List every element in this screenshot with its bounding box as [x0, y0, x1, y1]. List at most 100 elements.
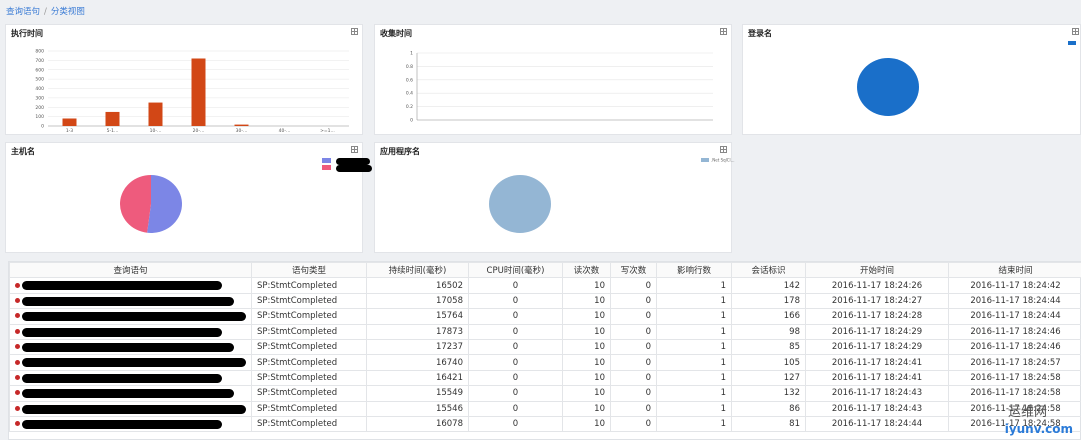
table-row[interactable]: SP:StmtCompleted 17237 0 10 0 1 85 2016-11-17 1… [9, 338, 1081, 356]
error-icon [15, 328, 20, 334]
table-cell: 178 [731, 292, 806, 310]
table-cell: 0 [610, 338, 657, 356]
query-cell [9, 415, 252, 433]
table-cell: SP:StmtCompleted [251, 400, 367, 417]
host-chart [119, 158, 331, 233]
table-cell: SP:StmtCompleted [251, 292, 367, 310]
table-cell: 0 [468, 415, 563, 433]
redacted-query-text [22, 327, 222, 337]
pie-slice [489, 175, 551, 233]
host-panel: 主机名 [5, 142, 372, 253]
bar [105, 111, 120, 126]
y-tick-label: 400 [35, 86, 44, 92]
query-cell [9, 323, 252, 340]
table-cell: 2016-11-17 18:24:44 [948, 308, 1081, 325]
table-cell: 0 [610, 292, 657, 310]
breadcrumb-current[interactable]: 分类视图 [51, 7, 85, 17]
query-cell [9, 338, 252, 356]
table-cell: SP:StmtCompleted [251, 369, 367, 387]
table-cell: 10 [562, 354, 611, 371]
query-cell [9, 308, 252, 325]
table-cell: 2016-11-17 18:24:41 [805, 354, 949, 371]
table-row[interactable]: SP:StmtCompleted 17873 0 10 0 1 98 2016-11-17 1… [9, 323, 1081, 340]
legend-swatch [322, 158, 331, 163]
x-tick-label: 20-... [193, 128, 205, 134]
column-header[interactable]: CPU时间(毫秒) [468, 261, 563, 279]
table-cell: 85 [731, 338, 806, 356]
table-cell: 2016-11-17 18:24:44 [805, 415, 949, 433]
column-header[interactable]: 持续时间(毫秒) [366, 261, 469, 279]
table-row[interactable]: SP:StmtCompleted 16740 0 10 0 1 105 2016-11-17 … [9, 354, 1081, 371]
table-row[interactable]: SP:StmtCompleted 17058 0 10 0 1 178 2016-11-17 … [9, 292, 1081, 310]
y-tick-label: 800 [35, 49, 44, 55]
table-row[interactable]: SP:StmtCompleted 16078 0 10 0 1 81 2016-11-17 1… [9, 415, 1081, 433]
error-icon [15, 374, 20, 380]
table-cell: 15546 [366, 400, 469, 417]
y-tick-label: 0 [410, 118, 413, 124]
redacted-query-text [22, 312, 246, 322]
redacted-query-text [22, 358, 246, 368]
column-header[interactable]: 开始时间 [805, 261, 949, 279]
column-header[interactable]: 语句类型 [251, 261, 367, 279]
table-cell: 0 [610, 354, 657, 371]
column-header[interactable]: 读次数 [562, 261, 611, 279]
table-row[interactable]: SP:StmtCompleted 15546 0 10 0 1 86 2016-11-17 1… [9, 400, 1081, 417]
y-tick-label: 0.6 [406, 77, 413, 83]
table-cell: 10 [562, 323, 611, 340]
table-cell: 10 [562, 338, 611, 356]
table-cell: 81 [731, 415, 806, 433]
table-cell: 0 [468, 277, 563, 294]
column-header[interactable]: 结束时间 [948, 261, 1081, 279]
table-cell: 17873 [366, 323, 469, 340]
table-cell: SP:StmtCompleted [251, 323, 367, 340]
x-tick-label: 1-3 [66, 128, 73, 134]
table-cell: SP:StmtCompleted [251, 338, 367, 356]
redacted-query-text [22, 373, 222, 383]
table-row[interactable]: SP:StmtCompleted 15549 0 10 0 1 132 2016-11-17 … [9, 385, 1081, 402]
breadcrumb-home-link[interactable]: 查询语句 [6, 7, 40, 17]
column-header[interactable]: 会话标识 [731, 261, 806, 279]
table-cell: 2016-11-17 18:24:28 [805, 308, 949, 325]
error-icon [15, 359, 20, 365]
table-cell: 2016-11-17 18:24:43 [805, 385, 949, 402]
table-cell: 0 [468, 292, 563, 310]
table-cell: 0 [610, 415, 657, 433]
bar [191, 58, 206, 126]
table-cell: 1 [656, 338, 732, 356]
column-header[interactable]: 写次数 [610, 261, 657, 279]
query-cell [9, 385, 252, 402]
table-cell: 10 [562, 415, 611, 433]
table-cell: 2016-11-17 18:24:46 [948, 323, 1081, 340]
table-cell: 16502 [366, 277, 469, 294]
table-cell: 0 [610, 277, 657, 294]
error-icon [15, 421, 20, 427]
table-cell: 166 [731, 308, 806, 325]
query-cell [9, 369, 252, 387]
error-icon [15, 313, 20, 319]
collect-time-chart: 0 0.2 0.4 0.6 0.8 1 [406, 51, 713, 124]
error-icon [15, 390, 20, 396]
y-tick-label: 300 [35, 95, 44, 101]
table-cell: 0 [468, 385, 563, 402]
table-row[interactable]: SP:StmtCompleted 16502 0 10 0 1 142 2016-11-17 … [9, 277, 1081, 294]
y-tick-label: 700 [35, 58, 44, 64]
table-cell: 127 [731, 369, 806, 387]
table-row[interactable]: SP:StmtCompleted 16421 0 10 0 1 127 2016-11-17 … [9, 369, 1081, 387]
table-cell: 0 [468, 308, 563, 325]
y-tick-label: 0.2 [406, 104, 413, 110]
x-tick-label: 10-... [150, 128, 162, 134]
watermark-text: 运维网 [1007, 405, 1047, 420]
table-cell: 10 [562, 385, 611, 402]
column-header[interactable]: 查询语句 [9, 261, 252, 279]
query-cell [9, 400, 252, 417]
table-cell: 105 [731, 354, 806, 371]
table-cell: 1 [656, 415, 732, 433]
table-cell: 10 [562, 308, 611, 325]
column-header[interactable]: 影响行数 [656, 261, 732, 279]
table-row[interactable]: SP:StmtCompleted 15764 0 10 0 1 166 2016-11-17 … [9, 308, 1081, 325]
table-cell: 2016-11-17 18:24:46 [948, 338, 1081, 356]
table-cell: SP:StmtCompleted [251, 415, 367, 433]
app-panel: 应用程序名 .Net SqlCl... [374, 142, 734, 253]
x-tick-label: 5-1... [107, 128, 119, 134]
error-icon [15, 344, 20, 350]
